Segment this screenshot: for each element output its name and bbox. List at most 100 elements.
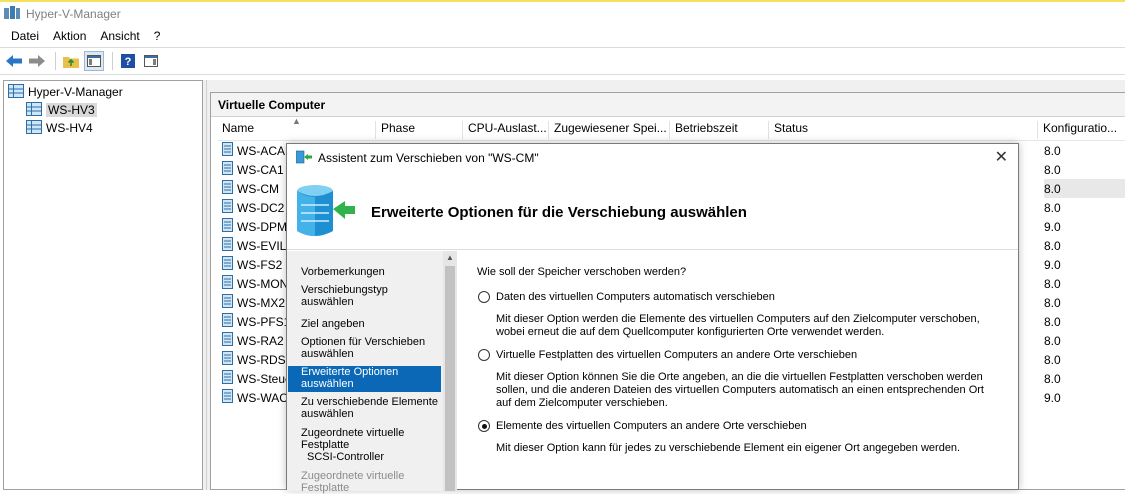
option-virtual-disks[interactable]: Virtuelle Festplatten des virtuellen Com… xyxy=(478,349,857,361)
show-hide-console-tree-icon[interactable] xyxy=(84,51,104,71)
column-header-status[interactable]: Status xyxy=(770,121,1038,139)
vm-row-name[interactable]: WS-MON xyxy=(222,274,288,293)
vm-config-version[interactable]: 8.0 xyxy=(1044,198,1125,217)
menu-help[interactable]: ? xyxy=(154,29,161,43)
vm-row-name[interactable]: WS-Steuer xyxy=(222,369,296,388)
step-erweiterte-optionen[interactable]: Erweiterte Optionen auswählen xyxy=(288,366,441,392)
vm-name: WS-CA1 xyxy=(237,162,284,177)
vm-row-name[interactable]: WS-RDS2 xyxy=(222,350,292,369)
help-icon[interactable]: ? xyxy=(118,51,138,71)
column-header-uptime[interactable]: Betriebszeit xyxy=(671,121,769,139)
radio-button[interactable] xyxy=(478,349,490,361)
menu-aktion[interactable]: Aktion xyxy=(53,29,86,43)
virtual-machine-icon xyxy=(222,199,233,216)
vm-name: WS-DPM xyxy=(237,219,287,234)
vm-config-version[interactable]: 8.0 xyxy=(1044,369,1125,388)
dialog-title: Assistent zum Verschieben von "WS-CM" xyxy=(318,151,539,165)
vm-config-version[interactable]: 8.0 xyxy=(1044,236,1125,255)
move-wizard-small-icon xyxy=(295,150,312,167)
menu-ansicht[interactable]: Ansicht xyxy=(100,29,139,43)
virtual-machine-icon xyxy=(222,332,233,349)
menu-bar: Datei Aktion Ansicht ? xyxy=(0,26,1125,46)
column-header-phase[interactable]: Phase xyxy=(377,121,463,139)
step-optionen-verschieben[interactable]: Optionen für Verschieben auswählen xyxy=(288,336,441,360)
step-virtuelle-festplatte-2[interactable]: Zugeordnete virtuelle Festplatte xyxy=(288,470,441,494)
column-header-cpu[interactable]: CPU-Auslast... xyxy=(464,121,549,139)
wizard-steps: Vorbemerkungen Verschiebungstyp auswähle… xyxy=(287,251,457,494)
vm-config-version[interactable]: 8.0 xyxy=(1044,141,1125,160)
vm-name: WS-CM xyxy=(237,181,279,196)
step-virtuelle-festplatte[interactable]: Zugeordnete virtuelle Festplatte SCSI-Co… xyxy=(288,427,441,463)
vm-row-name[interactable]: WS-RA2 xyxy=(222,331,284,350)
scrollbar-thumb[interactable] xyxy=(445,266,455,491)
vm-row-name[interactable]: WS-FS2 xyxy=(222,255,282,274)
vm-config-version[interactable]: 8.0 xyxy=(1044,179,1125,198)
step-elemente-auswaehlen[interactable]: Zu verschiebende Elemente auswählen xyxy=(288,396,441,420)
move-wizard-dialog: Assistent zum Verschieben von "WS-CM" ✕ … xyxy=(286,143,1019,494)
page-title: Erweiterte Optionen für die Verschiebung… xyxy=(371,204,747,221)
vm-row-name[interactable]: WS-CA1 xyxy=(222,160,284,179)
vm-config-version[interactable]: 8.0 xyxy=(1044,350,1125,369)
tree-root-label: Hyper-V-Manager xyxy=(28,85,123,99)
vm-name: WS-MON xyxy=(237,276,289,291)
tree-server-ws-hv3[interactable]: WS-HV3 xyxy=(4,101,202,119)
server-icon xyxy=(26,119,42,137)
vm-config-version[interactable]: 8.0 xyxy=(1044,274,1125,293)
sort-ascending-icon: ▲ xyxy=(292,116,301,126)
option-label: Daten des virtuellen Computers automatis… xyxy=(496,291,775,303)
column-header-memory[interactable]: Zugewiesener Spei... xyxy=(550,121,670,139)
virtual-machine-icon xyxy=(222,142,233,159)
vm-config-version[interactable]: 8.0 xyxy=(1044,293,1125,312)
wizard-content: Wie soll der Speicher verschoben werden?… xyxy=(460,251,1018,491)
vm-name: WS-RA2 xyxy=(237,333,284,348)
vm-row-name[interactable]: WS-CM xyxy=(222,179,279,198)
radio-button-selected[interactable] xyxy=(478,420,490,432)
virtual-machine-icon xyxy=(222,294,233,311)
virtual-machine-icon xyxy=(222,218,233,235)
option-custom-locations[interactable]: Elemente des virtuellen Computers an and… xyxy=(478,420,807,432)
step-ziel-angeben[interactable]: Ziel angeben xyxy=(288,318,441,330)
column-header-config[interactable]: Konfiguratio... xyxy=(1039,121,1125,139)
radio-button[interactable] xyxy=(478,291,490,303)
close-icon[interactable]: ✕ xyxy=(995,150,1008,166)
panel-title: Virtuelle Computer xyxy=(211,93,1125,117)
vm-row-name[interactable]: WS-MX2 xyxy=(222,293,285,312)
vm-config-version[interactable]: 9.0 xyxy=(1044,255,1125,274)
virtual-machine-icon xyxy=(222,161,233,178)
vm-row-name[interactable]: WS-ACAD xyxy=(222,141,294,160)
step-verschiebungstyp[interactable]: Verschiebungstyp auswählen xyxy=(288,284,441,308)
option-automatic[interactable]: Daten des virtuellen Computers automatis… xyxy=(478,291,775,303)
vm-row-name[interactable]: WS-DC2 xyxy=(222,198,284,217)
forward-arrow-icon[interactable] xyxy=(27,51,47,71)
virtual-machine-icon xyxy=(222,351,233,368)
toolbar-separator xyxy=(112,52,113,70)
option-label: Elemente des virtuellen Computers an and… xyxy=(496,420,807,432)
virtual-machine-icon xyxy=(222,256,233,273)
back-arrow-icon[interactable] xyxy=(4,51,24,71)
window-title: Hyper-V-Manager xyxy=(26,7,121,21)
show-hide-action-pane-icon[interactable] xyxy=(141,51,161,71)
window-titlebar: Hyper-V-Manager xyxy=(0,0,1125,26)
vm-row-name[interactable]: WS-DPM xyxy=(222,217,287,236)
vm-name: WS-FS2 xyxy=(237,257,283,272)
vm-row-name[interactable]: WS-WAC xyxy=(222,388,288,407)
option-description: Mit dieser Option kann für jedes zu vers… xyxy=(496,442,961,454)
scroll-up-icon[interactable]: ▲ xyxy=(444,253,456,263)
virtual-machine-icon xyxy=(222,370,233,387)
vm-config-version[interactable]: 9.0 xyxy=(1044,388,1125,407)
tree-root[interactable]: Hyper-V-Manager xyxy=(4,83,202,101)
option-label: Virtuelle Festplatten des virtuellen Com… xyxy=(496,349,858,361)
vm-name: WS-WAC xyxy=(237,390,288,405)
step-vorbemerkungen[interactable]: Vorbemerkungen xyxy=(288,266,441,278)
up-folder-icon[interactable] xyxy=(61,51,81,71)
vm-config-version[interactable]: 9.0 xyxy=(1044,217,1125,236)
menu-datei[interactable]: Datei xyxy=(11,29,39,43)
tree-server-label: WS-HV4 xyxy=(46,121,93,135)
vm-config-version[interactable]: 8.0 xyxy=(1044,312,1125,331)
vm-config-version[interactable]: 8.0 xyxy=(1044,331,1125,350)
vm-name: WS-DC2 xyxy=(237,200,285,215)
vm-config-version[interactable]: 8.0 xyxy=(1044,160,1125,179)
toolbar: ? xyxy=(0,47,1125,75)
tree-server-ws-hv4[interactable]: WS-HV4 xyxy=(4,119,202,137)
vm-row-name[interactable]: WS-EVIL1 xyxy=(222,236,293,255)
